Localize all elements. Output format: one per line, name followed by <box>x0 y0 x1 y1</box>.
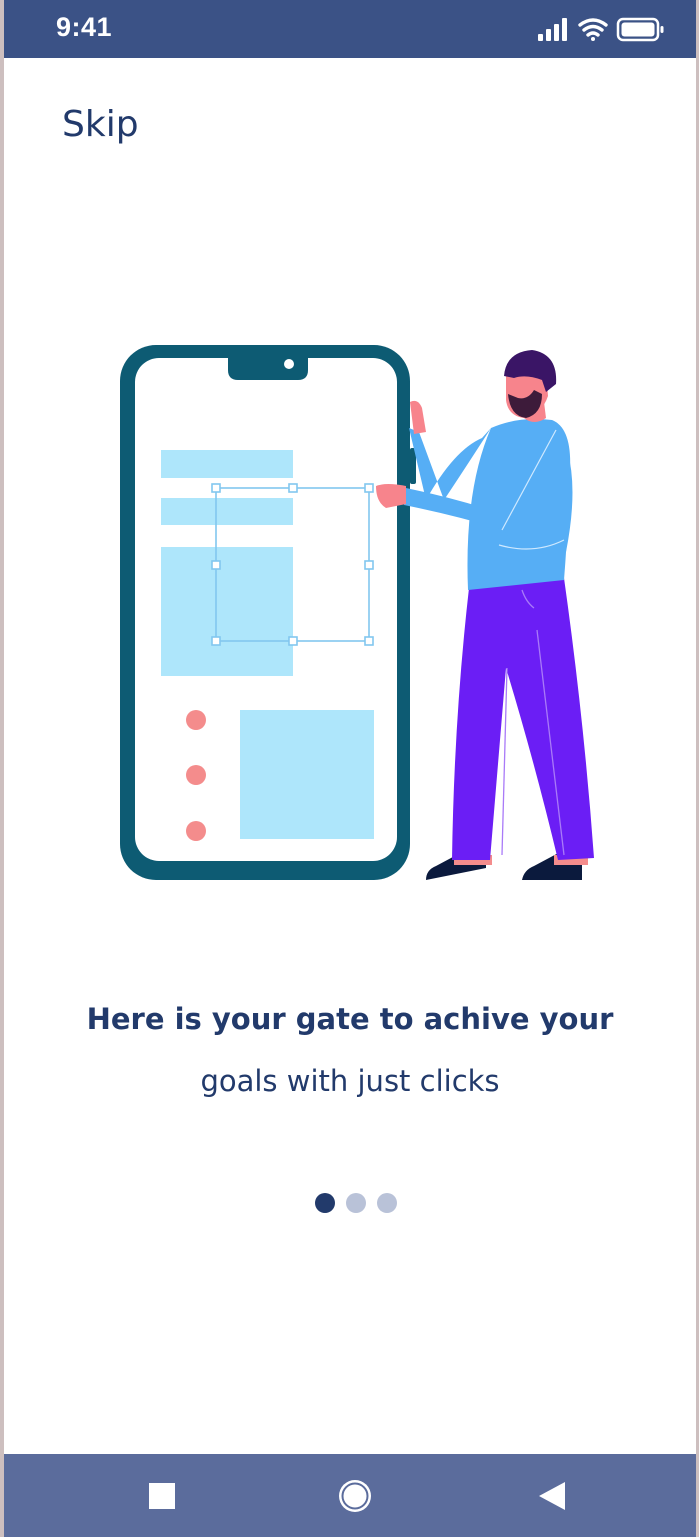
skip-button[interactable]: Skip <box>62 104 139 145</box>
page-dot-3[interactable] <box>377 1193 397 1213</box>
onboarding-title: Here is your gate to achive your <box>86 1002 614 1036</box>
system-nav-bar <box>4 1454 696 1537</box>
onboarding-subtitle: goals with just clicks <box>200 1064 500 1098</box>
signal-icon <box>538 18 567 41</box>
onboarding-screen: 9:41 Skip Here is your gate to achive yo… <box>4 0 696 1537</box>
status-time: 9:41 <box>56 12 113 42</box>
phone-mockup-graphic <box>120 345 416 880</box>
battery-icon <box>616 17 664 42</box>
page-dot-2[interactable] <box>346 1193 366 1213</box>
status-icons <box>538 17 664 42</box>
back-icon[interactable] <box>531 1474 575 1518</box>
home-icon[interactable] <box>333 1474 377 1518</box>
recent-apps-icon[interactable] <box>140 1474 184 1518</box>
wifi-icon <box>578 18 608 41</box>
page-dot-1-active[interactable] <box>315 1193 335 1213</box>
status-bar: 9:41 <box>4 0 696 58</box>
onboarding-illustration <box>120 345 594 880</box>
